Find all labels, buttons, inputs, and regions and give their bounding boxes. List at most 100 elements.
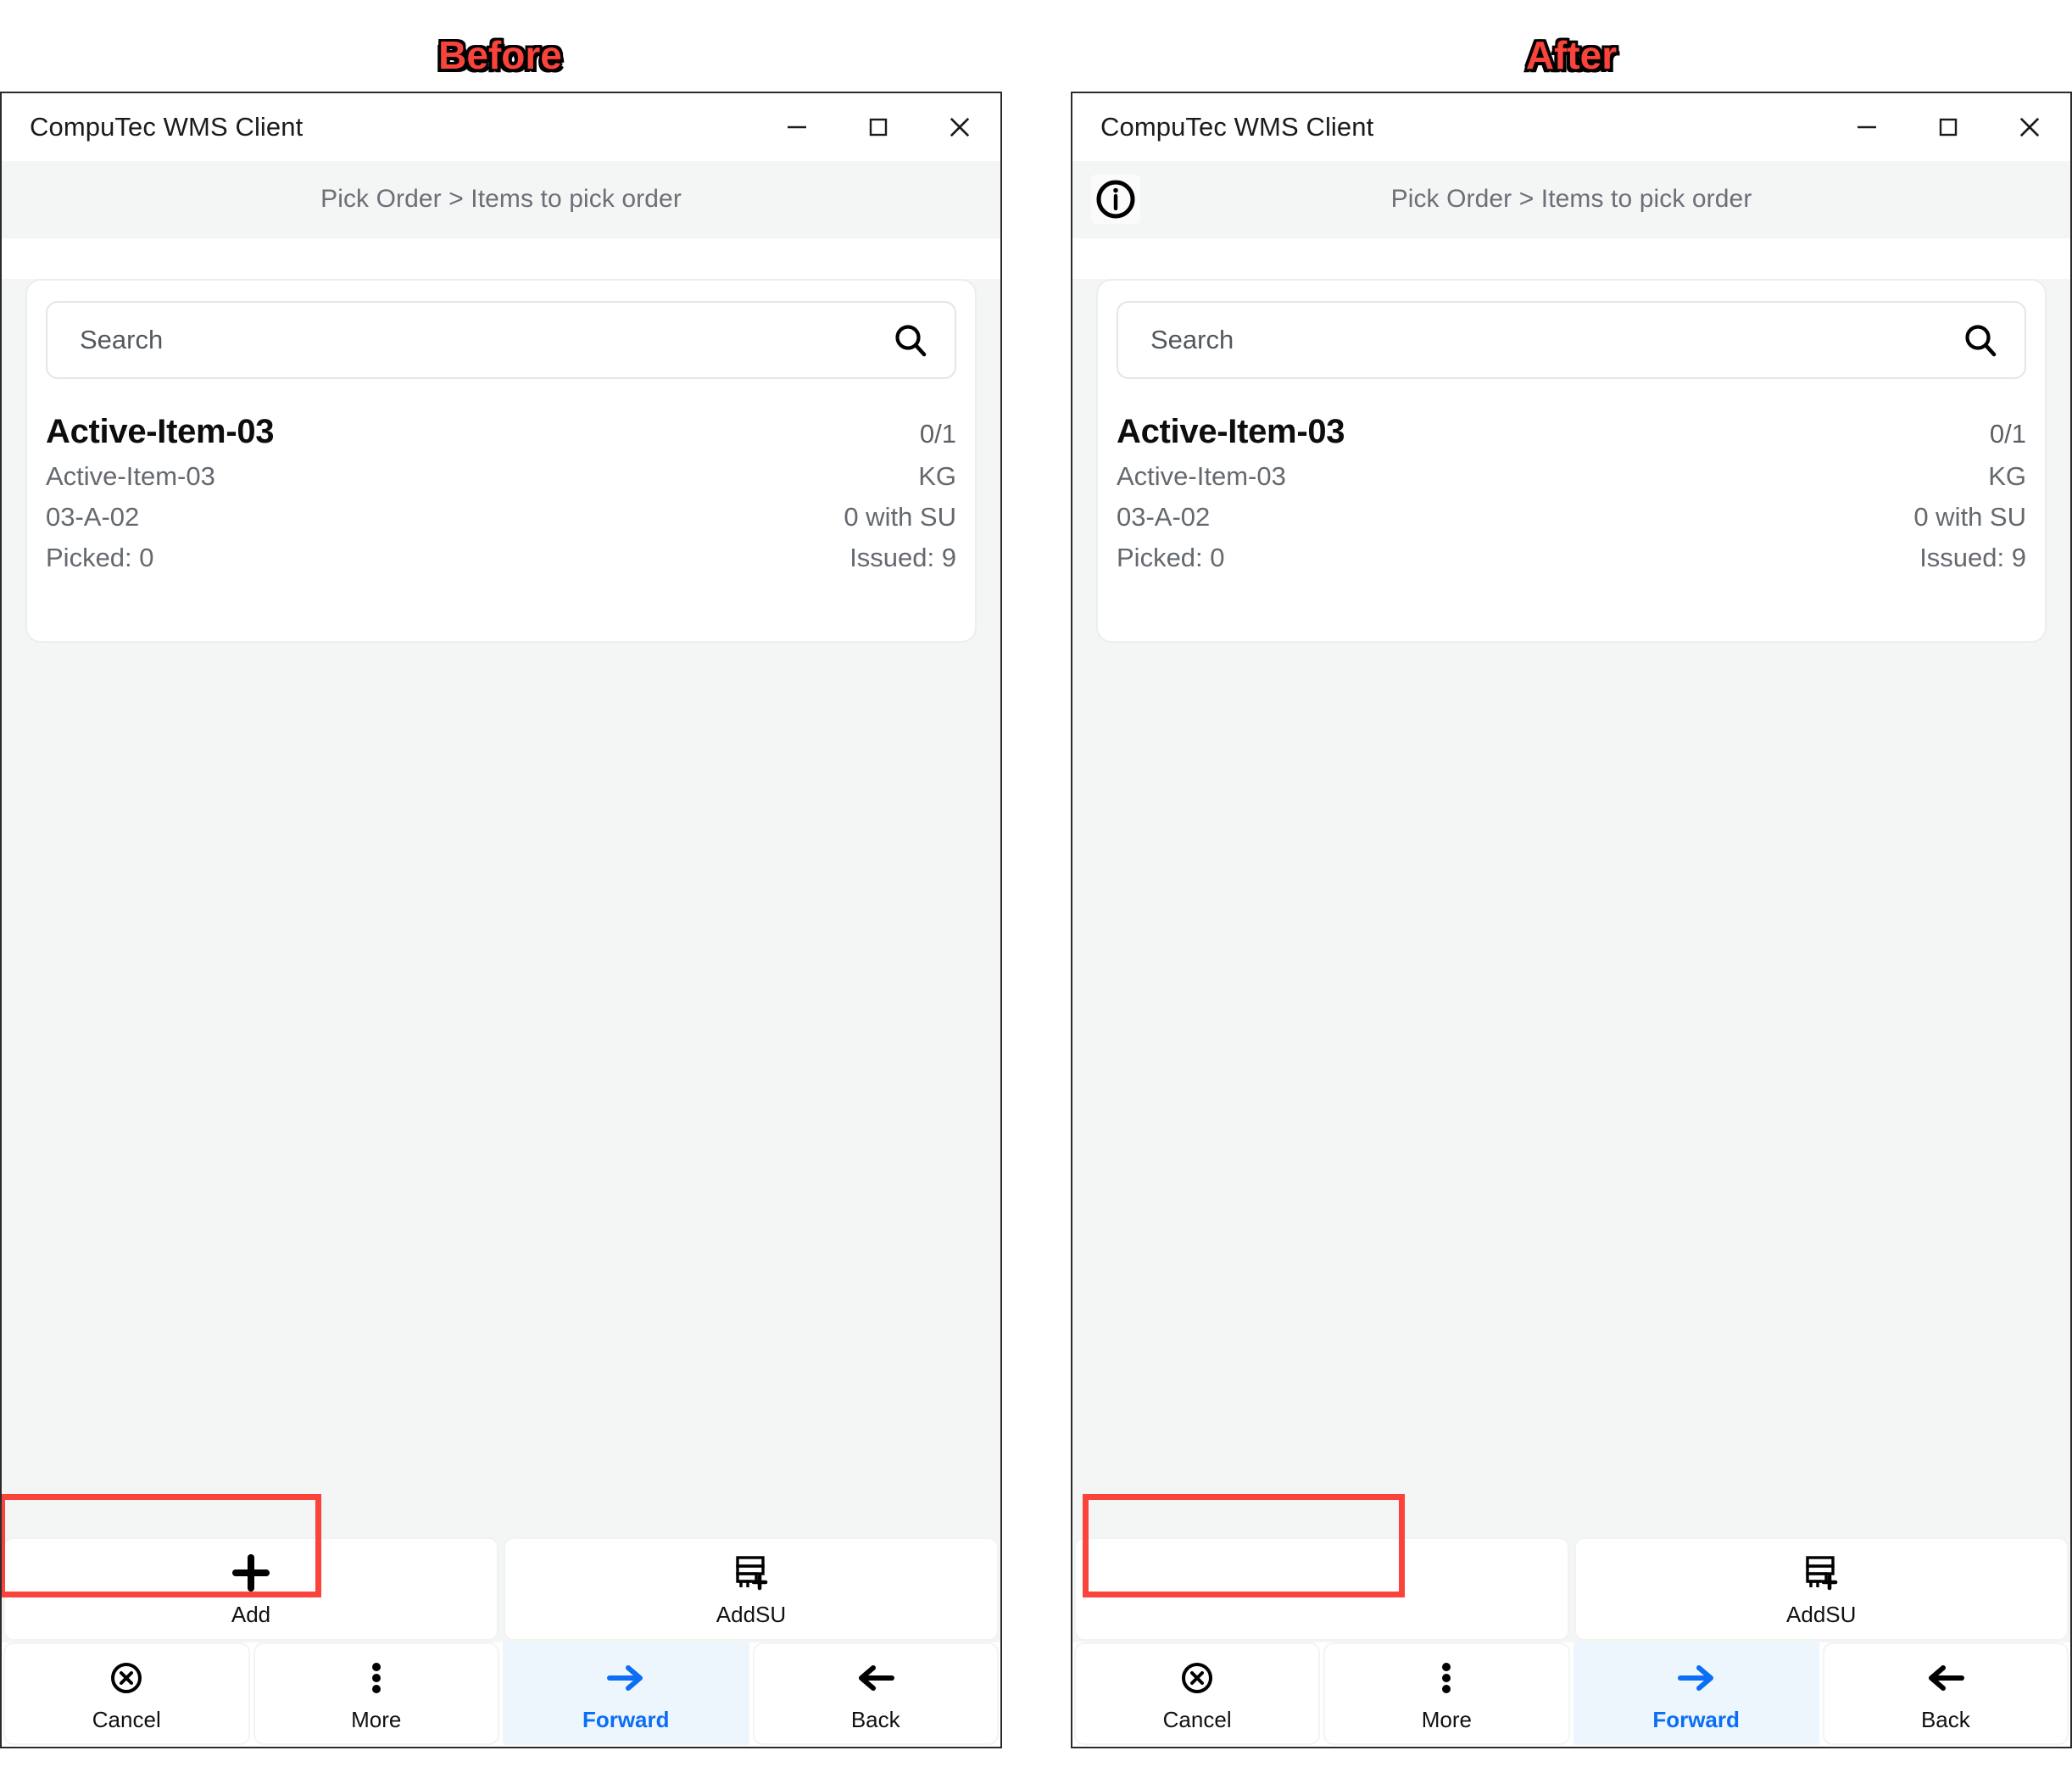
arrow-left-icon (853, 1654, 899, 1702)
more-vertical-dots-icon (1426, 1654, 1467, 1702)
window-controls (1826, 93, 2070, 161)
item-detail-row: Active-Item-03 KG (1117, 461, 2026, 492)
nav-forward-button[interactable]: Forward (503, 1642, 749, 1745)
breadcrumb: Pick Order > Items to pick order (1390, 185, 1752, 213)
item-picked: Picked: 0 (46, 543, 154, 572)
search-input[interactable]: Search (1150, 325, 1960, 355)
window-title: CompuTec WMS Client (30, 112, 304, 142)
nav-more-label: More (351, 1707, 402, 1732)
item-detail-block: Active-Item-03 KG 03-A-02 0 with SU Pick… (46, 461, 956, 573)
addsu-button[interactable]: AddSU (1573, 1537, 2069, 1641)
window-titlebar: CompuTec WMS Client (2, 93, 1000, 161)
item-su: 0 with SU (1913, 502, 2026, 532)
item-uom: KG (918, 461, 956, 491)
maximize-button[interactable] (838, 93, 919, 161)
minimize-button[interactable] (756, 93, 838, 161)
close-button[interactable] (1989, 93, 2070, 161)
item-uom: KG (1988, 461, 2026, 491)
item-issued: Issued: 9 (1919, 543, 2026, 572)
item-header-row: Active-Item-03 0/1 (46, 379, 956, 451)
item-issued: Issued: 9 (849, 543, 956, 572)
cancel-circle-x-icon (106, 1654, 147, 1702)
cancel-circle-x-icon (1177, 1654, 1217, 1702)
nav-back-button[interactable]: Back (1822, 1642, 2069, 1745)
addsu-button-label: AddSU (1786, 1601, 1857, 1627)
add-button-removed-slot (1074, 1537, 1569, 1641)
item-count: 0/1 (1989, 419, 2026, 449)
item-su: 0 with SU (844, 502, 956, 532)
close-button[interactable] (919, 93, 1000, 161)
card-spacer (46, 573, 956, 616)
nav-more-label: More (1421, 1707, 1472, 1732)
window-titlebar: CompuTec WMS Client (1072, 93, 2070, 161)
nav-back-button[interactable]: Back (752, 1642, 999, 1745)
action-toolbar: AddSU (1072, 1537, 2070, 1641)
minimize-button[interactable] (1826, 93, 1908, 161)
before-caption: Before (438, 33, 562, 77)
nav-cancel-button[interactable]: Cancel (1074, 1642, 1321, 1745)
arrow-left-icon (1923, 1654, 1969, 1702)
item-bin: 03-A-02 (46, 502, 140, 532)
nav-cancel-label: Cancel (1162, 1707, 1232, 1732)
item-card[interactable]: Search Active-Item-03 0/1 Active-Item-03… (25, 279, 977, 643)
add-storage-unit-icon (729, 1551, 773, 1595)
nav-back-label: Back (850, 1707, 900, 1732)
item-detail-row: Picked: 0 Issued: 9 (1117, 543, 2026, 573)
after-caption: After (1525, 33, 1618, 77)
nav-back-label: Back (1920, 1707, 1970, 1732)
add-button[interactable]: Add (3, 1537, 499, 1641)
search-icon[interactable] (890, 320, 931, 360)
bottom-navigation: Cancel More Forward Back (2, 1642, 1000, 1747)
item-picked: Picked: 0 (1117, 543, 1225, 572)
close-icon (950, 117, 970, 137)
minimize-icon (1858, 125, 1876, 129)
item-header-row: Active-Item-03 0/1 (1117, 379, 2026, 451)
close-icon (2019, 117, 2040, 137)
item-detail-row: 03-A-02 0 with SU (1117, 502, 2026, 532)
nav-forward-label: Forward (582, 1707, 670, 1732)
minimize-icon (788, 125, 806, 129)
nav-cancel-label: Cancel (92, 1707, 161, 1732)
search-input[interactable]: Search (80, 325, 890, 355)
item-title: Active-Item-03 (1117, 413, 1345, 450)
add-storage-unit-icon (1799, 1551, 1843, 1595)
maximize-icon (1939, 118, 1958, 137)
item-bin: 03-A-02 (1117, 502, 1211, 532)
before-screenshot-panel: CompuTec WMS Client Pick Order > Items t… (0, 92, 1002, 1748)
item-detail-row: Picked: 0 Issued: 9 (46, 543, 956, 573)
breadcrumb: Pick Order > Items to pick order (320, 185, 682, 213)
maximize-button[interactable] (1908, 93, 1989, 161)
plus-icon (230, 1551, 272, 1595)
bottom-navigation: Cancel More Forward Back (1072, 1642, 2070, 1747)
card-spacer (1117, 573, 2026, 616)
nav-more-button[interactable]: More (253, 1642, 499, 1745)
after-screenshot-panel: CompuTec WMS Client Pick Order > Items t… (1071, 92, 2072, 1748)
action-toolbar: Add AddSU (2, 1537, 1000, 1641)
content-area: Search Active-Item-03 0/1 Active-Item-03… (1072, 279, 2070, 1747)
nav-cancel-button[interactable]: Cancel (3, 1642, 250, 1745)
item-card[interactable]: Search Active-Item-03 0/1 Active-Item-03… (1096, 279, 2047, 643)
item-detail-row: 03-A-02 0 with SU (46, 502, 956, 532)
item-title: Active-Item-03 (46, 413, 275, 450)
search-field[interactable]: Search (46, 301, 956, 379)
item-description: Active-Item-03 (46, 461, 215, 491)
item-count: 0/1 (919, 419, 956, 449)
header-strip: Pick Order > Items to pick order (1072, 161, 2070, 238)
item-detail-row: Active-Item-03 KG (46, 461, 956, 492)
item-detail-block: Active-Item-03 KG 03-A-02 0 with SU Pick… (1117, 461, 2026, 573)
content-area: Search Active-Item-03 0/1 Active-Item-03… (2, 279, 1000, 1747)
maximize-icon (869, 118, 888, 137)
item-description: Active-Item-03 (1117, 461, 1286, 491)
window-controls (756, 93, 1000, 161)
arrow-right-icon (1674, 1654, 1719, 1702)
search-field[interactable]: Search (1117, 301, 2026, 379)
more-vertical-dots-icon (356, 1654, 397, 1702)
nav-forward-button[interactable]: Forward (1573, 1642, 1819, 1745)
header-strip: Pick Order > Items to pick order (2, 161, 1000, 238)
search-icon[interactable] (1960, 320, 2001, 360)
window-title: CompuTec WMS Client (1100, 112, 1374, 142)
nav-more-button[interactable]: More (1323, 1642, 1570, 1745)
addsu-button-label: AddSU (716, 1601, 787, 1627)
addsu-button[interactable]: AddSU (504, 1537, 999, 1641)
add-button-label: Add (231, 1601, 271, 1627)
